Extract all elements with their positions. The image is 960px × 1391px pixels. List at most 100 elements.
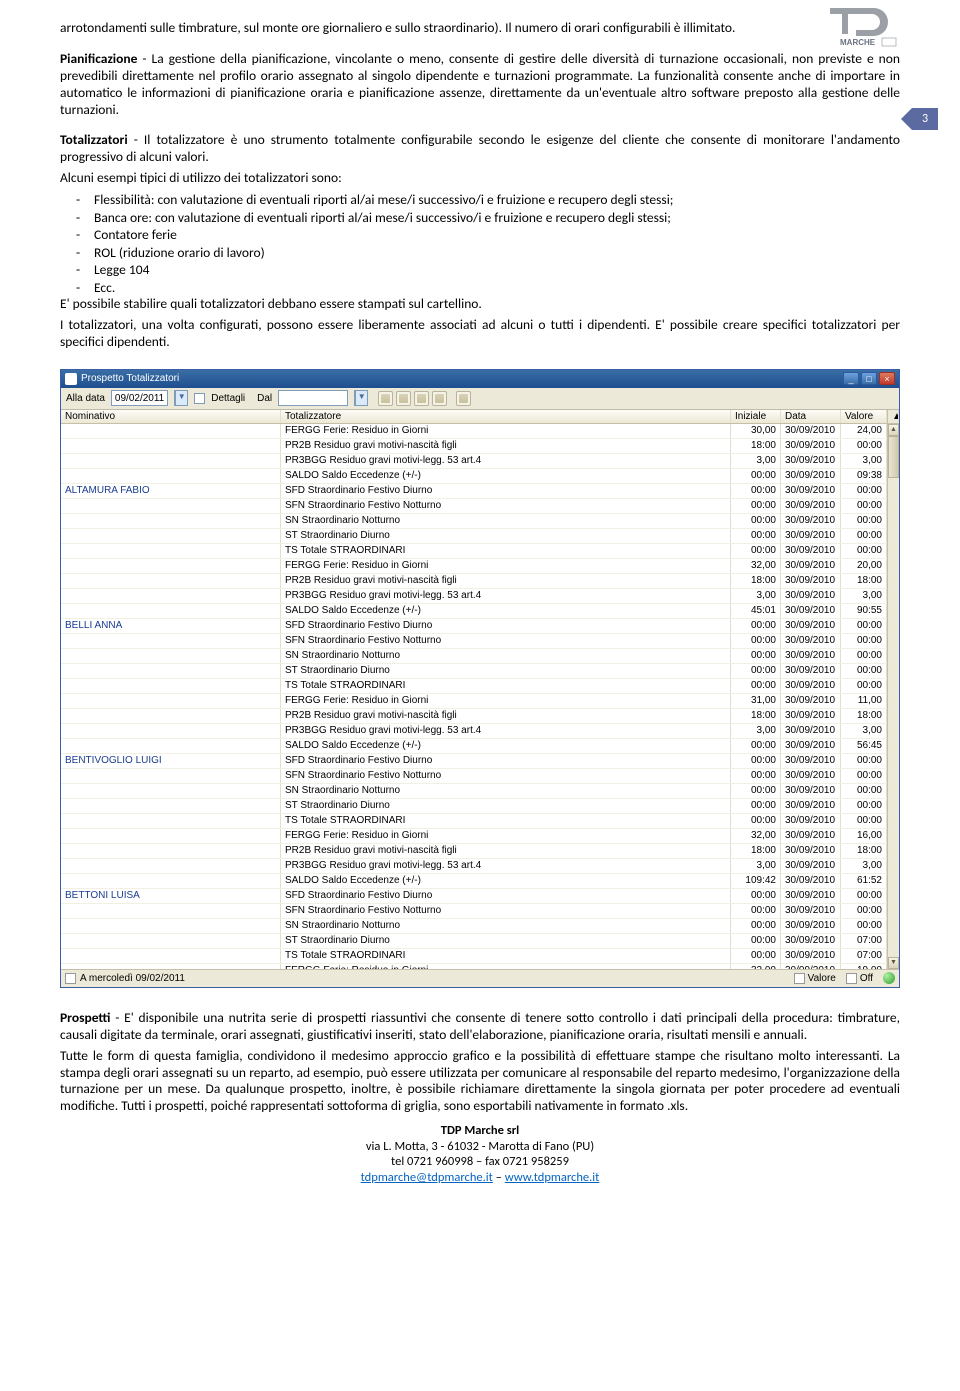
table-row[interactable]: PR2B Residuo gravi motivi-nascità figli1… (61, 439, 899, 454)
cell-iniziale: 00:00 (731, 469, 781, 483)
table-row[interactable]: FERGG Ferie: Residuo in Giorni31,0030/09… (61, 694, 899, 709)
cell-valore: 3,00 (841, 589, 887, 603)
alla-data-dropdown[interactable]: ▼ (174, 390, 188, 406)
scroll-down-arrow[interactable]: ▼ (888, 957, 899, 969)
cell-iniziale: 00:00 (731, 649, 781, 663)
table-row[interactable]: SFN Straordinario Festivo Notturno00:003… (61, 499, 899, 514)
cell-totalizzatore: PR2B Residuo gravi motivi-nascità figli (281, 709, 731, 723)
cell-totalizzatore: PR2B Residuo gravi motivi-nascità figli (281, 574, 731, 588)
table-row[interactable]: SFN Straordinario Festivo Notturno00:003… (61, 769, 899, 784)
table-row[interactable]: SN Straordinario Notturno00:0030/09/2010… (61, 514, 899, 529)
table-row[interactable]: SALDO Saldo Eccedenze (+/-)00:0030/09/20… (61, 739, 899, 754)
cell-totalizzatore: FERGG Ferie: Residuo in Giorni (281, 424, 731, 438)
table-row[interactable]: TS Totale STRAORDINARI00:0030/09/201007:… (61, 949, 899, 964)
table-row[interactable]: SFN Straordinario Festivo Notturno00:003… (61, 634, 899, 649)
table-row[interactable]: BETTONI LUISASFD Straordinario Festivo D… (61, 889, 899, 904)
scroll-thumb[interactable] (888, 436, 899, 478)
table-row[interactable]: TS Totale STRAORDINARI00:0030/09/201000:… (61, 544, 899, 559)
table-row[interactable]: ST Straordinario Diurno00:0030/09/201000… (61, 664, 899, 679)
table-row[interactable]: FERGG Ferie: Residuo in Giorni32,0030/09… (61, 559, 899, 574)
cell-totalizzatore: SALDO Saldo Eccedenze (+/-) (281, 604, 731, 618)
titlebar[interactable]: Prospetto Totalizzatori _ □ × (61, 370, 899, 388)
page-number-badge: 3 (912, 108, 938, 130)
table-row[interactable]: SN Straordinario Notturno00:0030/09/2010… (61, 919, 899, 934)
close-button[interactable]: × (879, 372, 895, 385)
cell-nominativo (61, 559, 281, 573)
table-row[interactable]: SFN Straordinario Festivo Notturno00:003… (61, 904, 899, 919)
cell-nominativo: BETTONI LUISA (61, 889, 281, 903)
cell-iniziale: 32,00 (731, 964, 781, 969)
page-number: 3 (922, 112, 928, 126)
dal-input[interactable] (278, 390, 348, 406)
cell-iniziale: 00:00 (731, 739, 781, 753)
paragraph-pianificazione-text: - La gestione della pianificazione, vinc… (60, 50, 900, 118)
table-row[interactable]: BENTIVOGLIO LUIGISFD Straordinario Festi… (61, 754, 899, 769)
table-row[interactable]: SN Straordinario Notturno00:0030/09/2010… (61, 784, 899, 799)
col-valore[interactable]: Valore (841, 410, 887, 423)
paragraph-pianificazione: Pianificazione - La gestione della piani… (60, 51, 900, 119)
cell-iniziale: 3,00 (731, 589, 781, 603)
cell-iniziale: 00:00 (731, 919, 781, 933)
table-row[interactable]: PR3BGG Residuo gravi motivi-legg. 53 art… (61, 724, 899, 739)
cell-nominativo (61, 589, 281, 603)
table-row[interactable]: FERGG Ferie: Residuo in Giorni32,0030/09… (61, 964, 899, 969)
print-icon[interactable] (414, 391, 429, 406)
table-row[interactable]: PR3BGG Residuo gravi motivi-legg. 53 art… (61, 589, 899, 604)
table-row[interactable]: PR2B Residuo gravi motivi-nascità figli1… (61, 574, 899, 589)
cell-nominativo (61, 424, 281, 438)
table-row[interactable]: PR2B Residuo gravi motivi-nascità figli1… (61, 844, 899, 859)
footer-web-link[interactable]: www.tdpmarche.it (505, 1170, 600, 1185)
table-row[interactable]: ALTAMURA FABIOSFD Straordinario Festivo … (61, 484, 899, 499)
cell-totalizzatore: FERGG Ferie: Residuo in Giorni (281, 559, 731, 573)
table-row[interactable]: PR2B Residuo gravi motivi-nascità figli1… (61, 709, 899, 724)
table-row[interactable]: SALDO Saldo Eccedenze (+/-)45:0130/09/20… (61, 604, 899, 619)
maximize-button[interactable]: □ (861, 372, 877, 385)
table-row[interactable]: TS Totale STRAORDINARI00:0030/09/201000:… (61, 679, 899, 694)
col-iniziale[interactable]: Iniziale (731, 410, 781, 423)
table-row[interactable]: SN Straordinario Notturno00:0030/09/2010… (61, 649, 899, 664)
col-totalizzatore[interactable]: Totalizzatore (281, 410, 731, 423)
table-row[interactable]: ST Straordinario Diurno00:0030/09/201000… (61, 799, 899, 814)
cell-valore: 3,00 (841, 724, 887, 738)
cell-data: 30/09/2010 (781, 919, 841, 933)
col-nominativo[interactable]: Nominativo (61, 410, 281, 423)
scroll-up-arrow[interactable]: ▲ (888, 424, 899, 436)
cell-totalizzatore: TS Totale STRAORDINARI (281, 544, 731, 558)
table-row[interactable]: BELLI ANNASFD Straordinario Festivo Diur… (61, 619, 899, 634)
dettagli-checkbox[interactable] (194, 393, 205, 404)
alla-data-input[interactable]: 09/02/2011 (111, 390, 168, 406)
cell-iniziale: 31,00 (731, 694, 781, 708)
table-row[interactable]: PR3BGG Residuo gravi motivi-legg. 53 art… (61, 454, 899, 469)
table-row[interactable]: TS Totale STRAORDINARI00:0030/09/201000:… (61, 814, 899, 829)
cell-totalizzatore: FERGG Ferie: Residuo in Giorni (281, 964, 731, 969)
col-data[interactable]: Data (781, 410, 841, 423)
minimize-button[interactable]: _ (843, 372, 859, 385)
tool-icon-1[interactable] (396, 391, 411, 406)
table-row[interactable]: SALDO Saldo Eccedenze (+/-)109:4230/09/2… (61, 874, 899, 889)
table-row[interactable]: SALDO Saldo Eccedenze (+/-)00:0030/09/20… (61, 469, 899, 484)
footer-phone: tel 0721 960998 – fax 0721 958259 (60, 1154, 900, 1170)
table-row[interactable]: ST Straordinario Diurno00:0030/09/201000… (61, 529, 899, 544)
cell-iniziale: 00:00 (731, 904, 781, 918)
paragraph-prospetti-b: Tutte le form di questa famiglia, condiv… (60, 1048, 900, 1116)
export-icon[interactable] (456, 391, 471, 406)
footer-email-link[interactable]: tdpmarche@tdpmarche.it (361, 1170, 493, 1185)
cell-iniziale: 00:00 (731, 814, 781, 828)
cell-iniziale: 18:00 (731, 709, 781, 723)
cell-nominativo (61, 649, 281, 663)
vertical-scrollbar[interactable]: ▲ ▼ (887, 424, 899, 969)
table-row[interactable]: ST Straordinario Diurno00:0030/09/201007… (61, 934, 899, 949)
cell-data: 30/09/2010 (781, 949, 841, 963)
cell-totalizzatore: SFD Straordinario Festivo Diurno (281, 889, 731, 903)
cell-totalizzatore: PR2B Residuo gravi motivi-nascità figli (281, 439, 731, 453)
table-row[interactable]: FERGG Ferie: Residuo in Giorni32,0030/09… (61, 829, 899, 844)
status-valore-icon (794, 973, 805, 984)
table-row[interactable]: PR3BGG Residuo gravi motivi-legg. 53 art… (61, 859, 899, 874)
dal-dropdown[interactable]: ▼ (354, 390, 368, 406)
table-row[interactable]: FERGG Ferie: Residuo in Giorni30,0030/09… (61, 424, 899, 439)
cell-valore: 00:00 (841, 769, 887, 783)
tool-icon-2[interactable] (432, 391, 447, 406)
cell-iniziale: 00:00 (731, 949, 781, 963)
filter-icon[interactable] (378, 391, 393, 406)
cell-nominativo (61, 724, 281, 738)
